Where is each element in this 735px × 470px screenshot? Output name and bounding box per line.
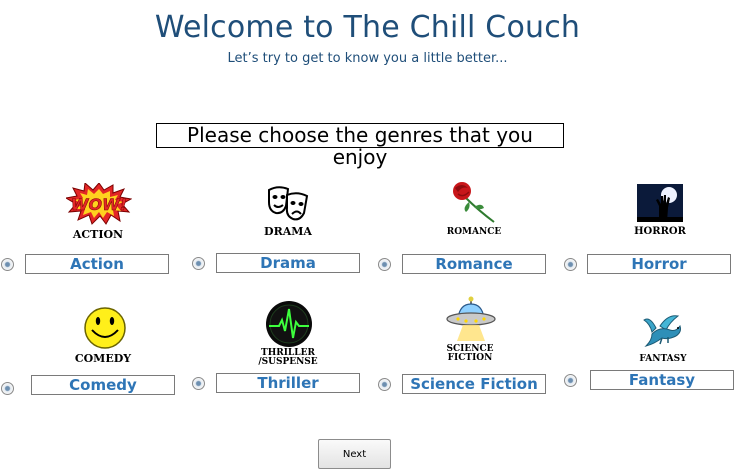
scifi-caption-line2: FICTION [447,353,493,363]
thriller-caption-line2: /SUSPENSE [258,357,318,367]
fantasy-option[interactable]: Fantasy [590,370,734,390]
fantasy-radio[interactable] [564,374,577,387]
genre-prompt: Please choose the genres that you enjoy [156,123,564,168]
svg-text:WOW!: WOW! [71,195,127,214]
horror-caption: HORROR [634,226,686,237]
rose-icon [448,180,498,224]
thriller-caption: THRILLER /SUSPENSE [250,349,326,367]
romance-option[interactable]: Romance [402,254,546,274]
scifi-radio[interactable] [378,378,391,391]
comedy-caption: COMEDY [74,352,132,365]
wow-burst-icon: WOW! [64,182,133,225]
thriller-radio[interactable] [192,377,205,390]
drama-caption: DRAMA [264,225,312,238]
smiley-face-icon [82,306,128,350]
page-title: Welcome to The Chill Couch [154,10,581,45]
scifi-caption: SCIENCE FICTION [432,345,508,363]
thriller-option[interactable]: Thriller [216,373,360,393]
drama-radio[interactable] [192,257,205,270]
ufo-icon [446,296,496,342]
heartbeat-monitor-icon [265,300,313,348]
action-caption: ACTION [72,228,124,241]
page-subtitle: Let’s try to get to know you a little be… [227,51,508,66]
theater-masks-icon [266,184,310,222]
action-option[interactable]: Action [25,254,169,274]
horror-radio[interactable] [564,258,577,271]
zombie-hand-icon [637,184,683,222]
dragon-icon [642,314,684,350]
fantasy-caption: FANTASY [639,354,687,364]
scifi-option[interactable]: Science Fiction [402,374,546,394]
comedy-radio[interactable] [1,382,14,395]
next-button[interactable]: Next [318,439,391,469]
drama-option[interactable]: Drama [216,253,360,273]
action-radio[interactable] [1,258,14,271]
romance-radio[interactable] [378,258,391,271]
romance-caption: ROMANCE [446,227,502,237]
horror-option[interactable]: Horror [587,254,731,274]
comedy-option[interactable]: Comedy [31,375,175,395]
